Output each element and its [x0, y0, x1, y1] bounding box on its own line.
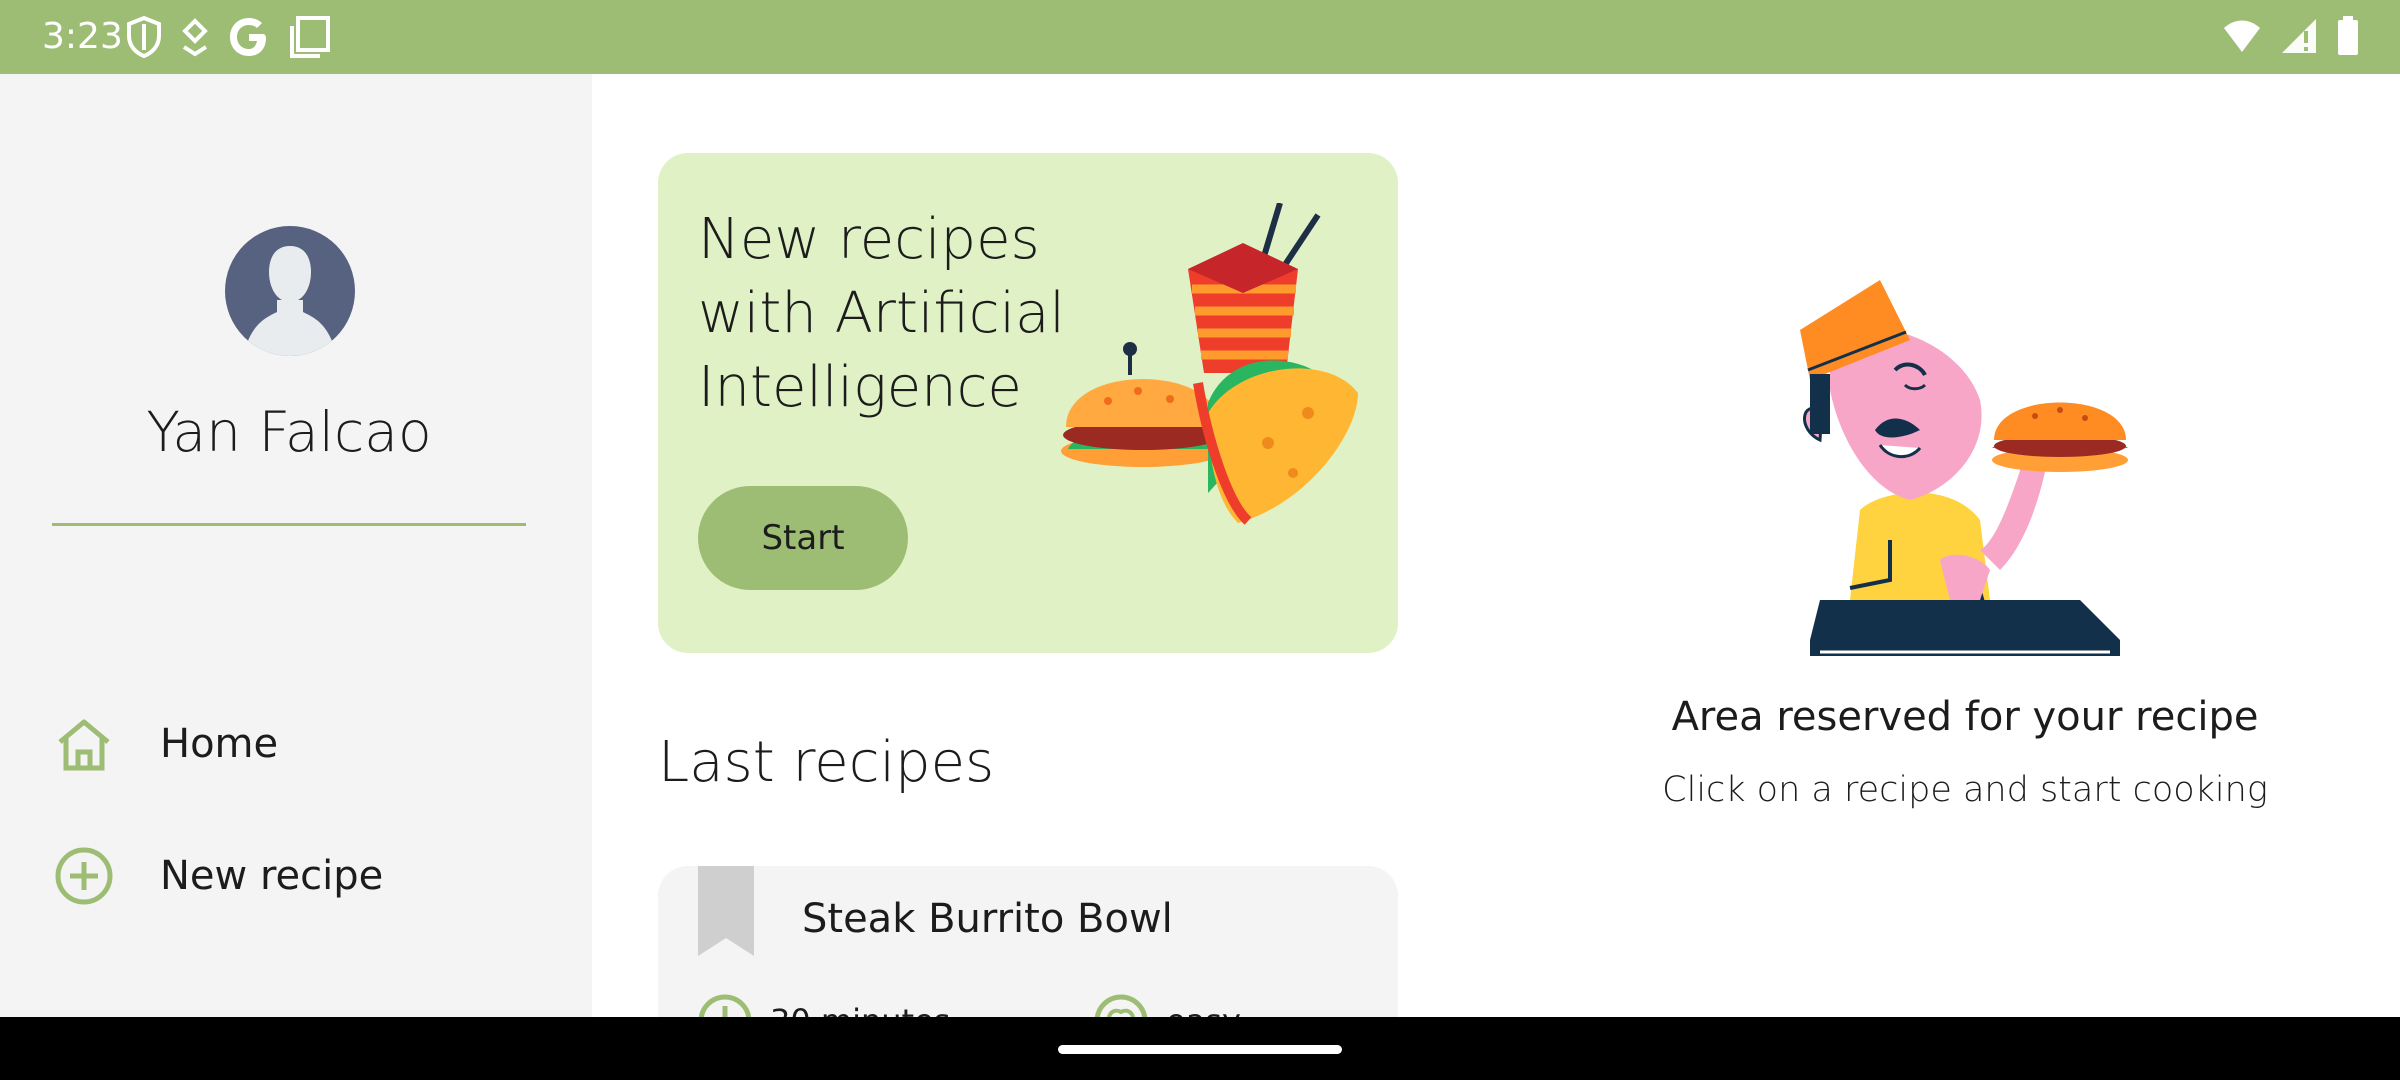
recipe-title: Steak Burrito Bowl	[802, 896, 1173, 942]
system-navigation-bar	[0, 1017, 2400, 1080]
user-name: Yan Falcao	[146, 400, 432, 464]
shield-icon	[127, 15, 161, 59]
bookmark-icon[interactable]	[698, 866, 754, 956]
detail-empty-title: Area reserved for your recipe	[1671, 694, 2259, 740]
add-circle-icon	[52, 844, 116, 908]
status-icons-right	[2222, 16, 2360, 56]
chef-illustration	[1800, 280, 2128, 656]
battery-icon	[2338, 16, 2358, 55]
location-pin-icon	[182, 18, 208, 57]
cell-signal-icon	[2282, 19, 2316, 53]
sidebar-item-home[interactable]: Home	[52, 704, 278, 784]
detail-empty-subtitle: Click on a recipe and start cooking	[1662, 770, 2268, 810]
sidebar-divider	[52, 523, 526, 526]
last-recipes-title: Last recipes	[658, 730, 995, 795]
ai-recipes-banner: New recipes with Artificial Intelligence…	[658, 153, 1398, 653]
sidebar: Yan Falcao Home New recipe	[0, 74, 592, 1017]
google-icon	[230, 18, 266, 56]
banner-title: New recipes with Artificial Intelligence	[698, 207, 1065, 420]
home-icon	[52, 712, 116, 776]
status-icons-left	[124, 14, 332, 60]
sidebar-item-new-recipe[interactable]: New recipe	[52, 836, 383, 916]
status-bar: 3:23	[0, 0, 2400, 74]
start-button[interactable]: Start	[698, 486, 908, 590]
status-time: 3:23	[42, 16, 123, 57]
copy-icon	[290, 16, 330, 58]
sidebar-item-label: New recipe	[160, 853, 384, 899]
wifi-icon	[2224, 20, 2260, 52]
home-gesture-handle[interactable]	[1058, 1045, 1342, 1054]
sidebar-item-label: Home	[160, 721, 279, 767]
food-illustration	[1061, 203, 1358, 525]
avatar[interactable]	[225, 226, 355, 356]
